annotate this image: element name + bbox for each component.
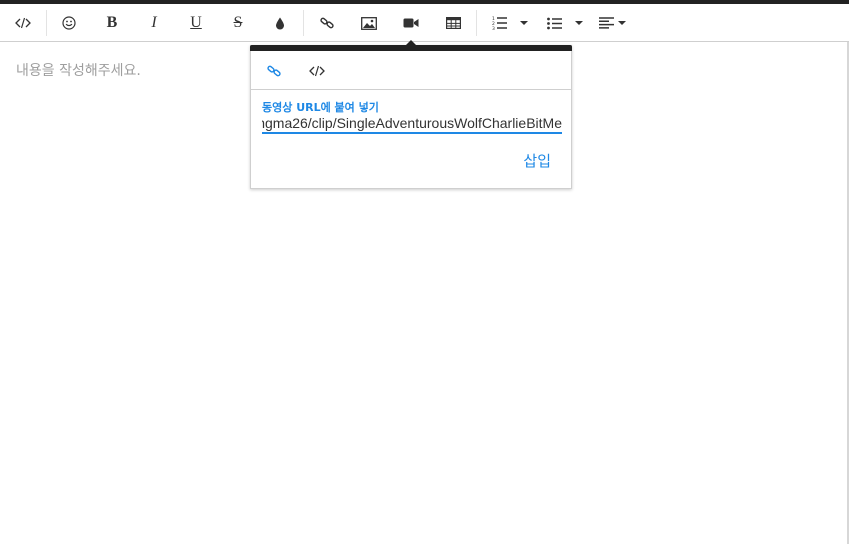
code-view-button[interactable] <box>8 4 38 42</box>
smiley-icon <box>62 16 76 30</box>
table-icon <box>445 17 461 29</box>
image-button[interactable] <box>354 4 384 42</box>
tab-link[interactable] <box>254 52 294 90</box>
code-icon <box>309 65 325 77</box>
image-icon <box>361 16 377 30</box>
video-button[interactable] <box>396 4 426 42</box>
underline-label: U <box>190 14 202 31</box>
underline-button[interactable]: U <box>181 4 211 42</box>
code-icon <box>15 17 31 29</box>
link-button[interactable] <box>312 4 342 42</box>
strikethrough-label: S <box>233 14 243 31</box>
toolbar-separator <box>476 10 477 36</box>
editor-toolbar: B I U S 1 2 3 <box>0 4 849 42</box>
italic-label: I <box>151 14 157 31</box>
align-left-icon <box>598 17 614 29</box>
insert-button[interactable]: 삽입 <box>523 150 551 171</box>
droplet-icon <box>275 17 285 30</box>
bold-button[interactable]: B <box>97 4 127 42</box>
align-dropdown[interactable] <box>614 4 630 42</box>
text-color-button[interactable] <box>265 4 295 42</box>
link-icon <box>267 64 281 78</box>
toolbar-separator <box>303 10 304 36</box>
ordered-list-button[interactable]: 123 <box>485 4 515 42</box>
tab-embed-code[interactable] <box>297 52 337 90</box>
popup-tabs <box>251 52 571 90</box>
emoji-button[interactable] <box>54 4 84 42</box>
video-camera-icon <box>403 17 419 29</box>
ordered-list-dropdown[interactable] <box>516 4 532 42</box>
bullet-list-button[interactable] <box>540 4 570 42</box>
italic-button[interactable]: I <box>139 4 169 42</box>
video-insert-popup: 동영상 URL에 붙여 넣기 ngma26/clip/SingleAdventu… <box>250 40 572 189</box>
bullet-list-dropdown[interactable] <box>571 4 587 42</box>
strikethrough-button[interactable]: S <box>223 4 253 42</box>
editor-placeholder: 내용을 작성해주세요. <box>16 63 141 79</box>
video-url-label: 동영상 URL에 붙여 넣기 <box>262 101 379 114</box>
video-url-input[interactable]: ngma26/clip/SingleAdventurousWolfCharlie… <box>262 114 562 134</box>
ordered-list-icon: 123 <box>492 16 508 30</box>
table-button[interactable] <box>438 4 468 42</box>
bold-label: B <box>106 14 118 31</box>
bullet-list-icon <box>547 17 563 30</box>
toolbar-separator <box>46 10 47 36</box>
link-icon <box>320 16 334 30</box>
popup-top-bar <box>250 45 572 51</box>
svg-text:3: 3 <box>492 26 495 30</box>
video-url-value: ngma26/clip/SingleAdventurousWolfCharlie… <box>262 115 562 131</box>
